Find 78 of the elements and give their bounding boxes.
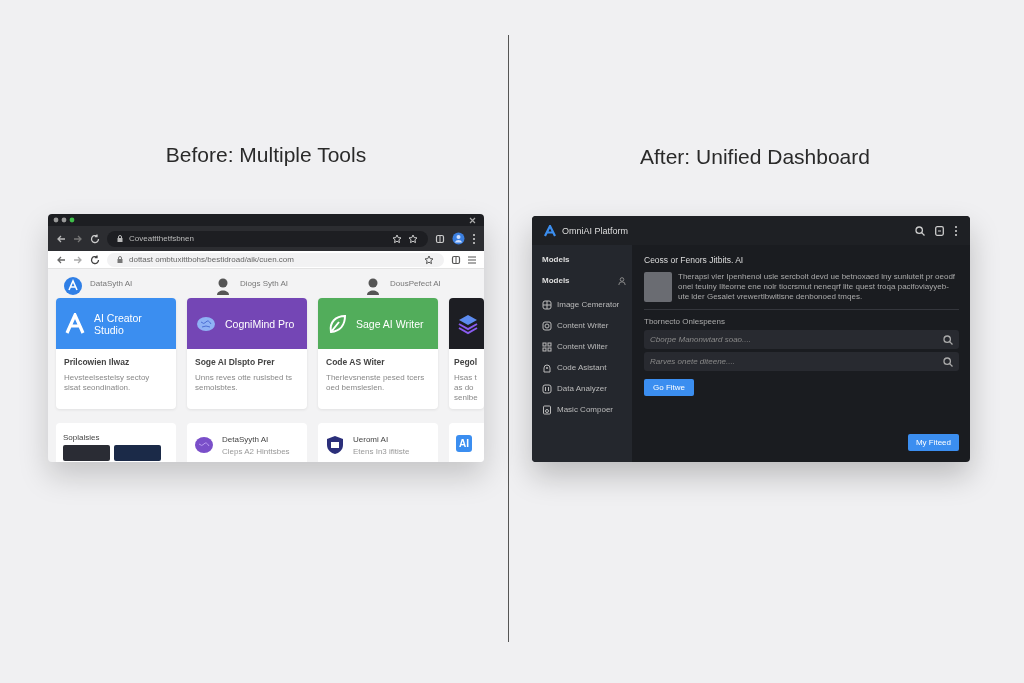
card-title: AI Creator Studio — [94, 311, 143, 336]
sidebar-heading: Models — [542, 255, 571, 264]
card-subtitle: Prilcowien Ilwaz — [64, 357, 131, 367]
sidebar-item[interactable]: Content Writer — [542, 315, 626, 336]
sidebar-item[interactable]: Image Cemerator — [542, 294, 626, 315]
card-description: Hsas t as do senlbe — [454, 373, 479, 404]
more-options-icon[interactable] — [472, 232, 476, 245]
grid-icon — [542, 341, 552, 352]
search-field[interactable]: Cborpe Manonwtard soao.... — [644, 330, 959, 349]
card-title: Soplalsies — [63, 433, 101, 442]
tool-name: Diogs Syth AI — [240, 278, 289, 288]
tool-card[interactable]: Pegol Hsas t as do senlbe — [449, 298, 484, 409]
address-bar[interactable]: dottast ombtuxittbohs/bestidroad/aik/cuen.com — [107, 252, 444, 267]
back-arrow-icon[interactable] — [56, 233, 66, 244]
description-text: Therapsi vler Ipenhenol usle sercbolt devd ue betnoxaed lny sunluteit pr oeodf onei teuiny Ilteorne ene nolr tiocrsmut neneqrf lite quest troqa pacifoviayyeb-ute lder Gesalet vrewertlbwitisne denbonoed tmqes. — [678, 272, 957, 302]
more-options-icon[interactable] — [954, 224, 958, 237]
card-description: Therlevsnenste pesed tcers oed bemsleslen. — [326, 373, 426, 394]
tool-card[interactable]: CogniMind Pro Soge AI Dlspto Prer Unns reves otte ruslsbed ts semolsbtes. — [187, 298, 307, 409]
thumbnail — [114, 445, 161, 461]
letter-a-logo-icon — [64, 277, 82, 295]
document-icon[interactable] — [935, 225, 944, 236]
user-icon[interactable] — [618, 276, 626, 285]
card-subtitle: Etens In3 ifitiste — [353, 447, 410, 456]
lock-icon — [117, 256, 123, 263]
search-icon[interactable] — [943, 334, 953, 345]
card-subtitle: Cleps A2 Hinttsbes — [222, 447, 290, 456]
chart-icon — [542, 383, 552, 394]
sidebar-item[interactable]: Content Wilter — [542, 336, 626, 357]
tool-card[interactable]: AI Creator Studio Prilcowien Ilwaz Hevsteelsestelsy sectoy sisat seondination. — [56, 298, 176, 409]
card-subtitle: Soge AI Dlspto Prer — [195, 357, 276, 367]
card-description: Hevsteelsestelsy sectoy sisat seondination. — [64, 373, 151, 394]
back-arrow-icon[interactable] — [56, 254, 66, 265]
ai-logo-icon: AI — [456, 435, 472, 452]
section-heading: After: Unified Dashboard — [639, 144, 871, 170]
card-title: CogniMind Pro — [225, 317, 295, 330]
lock-icon — [117, 235, 123, 242]
card-description: Unns reves otte ruslsbed ts semolsbtes. — [195, 373, 293, 394]
sidebar-heading: Models — [542, 276, 570, 285]
avatar-icon[interactable] — [452, 232, 465, 245]
app-title: OmniAI Platform — [562, 225, 628, 236]
tool-name: DousPefect AI — [390, 278, 441, 288]
forward-arrow-icon[interactable] — [73, 233, 83, 244]
search-icon[interactable] — [915, 225, 925, 236]
tool-card[interactable]: Soplalsies — [56, 423, 176, 462]
sidebar-item[interactable]: Masic Compoer — [542, 399, 626, 420]
person-icon — [214, 277, 232, 295]
section-label: Tbornecto Onlespeens — [644, 317, 725, 326]
shield-icon — [325, 435, 345, 455]
photo-placeholder — [644, 272, 672, 302]
tool-name: DataSyth AI — [90, 278, 133, 288]
letter-a-logo-icon — [64, 312, 86, 335]
thumbnail — [63, 445, 110, 461]
sidebar-item[interactable]: Code Asistant — [542, 357, 626, 378]
tool-card[interactable]: Sage AI Writer Code AS Witer Therlevsnenste pesed tcers oed bemsleslen. — [318, 298, 438, 409]
tool-card[interactable]: DetaSyyth AI Cleps A2 Hinttsbes — [187, 423, 307, 462]
url-text: Coveattthetfsbnen — [129, 234, 194, 243]
card-subtitle: Pegol — [454, 357, 479, 367]
search-field[interactable]: Rarves onete diteene.... — [644, 352, 959, 371]
card-subtitle: Code AS Witer — [326, 357, 386, 367]
image-icon — [542, 320, 552, 331]
tool-card[interactable]: Ueromi AI Etens In3 ifitiste — [318, 423, 438, 462]
card-title: DetaSyyth AI — [222, 435, 270, 444]
card-title: Sage AI Writer — [356, 317, 424, 330]
sidebar-item[interactable]: Data Analyzer — [542, 378, 626, 399]
extension-icon[interactable] — [451, 254, 461, 265]
close-icon[interactable] — [469, 216, 476, 224]
url-text: dottast ombtuxittbohs/bestidroad/aik/cuen.com — [129, 255, 294, 264]
layers-icon — [457, 312, 479, 335]
search-icon[interactable] — [943, 356, 953, 367]
star-icon[interactable] — [424, 254, 434, 265]
section-heading: Before: Multiple Tools — [164, 142, 368, 168]
letter-a-logo-icon — [544, 224, 556, 237]
person-icon — [364, 277, 382, 295]
panel-title: Ceoss or Fenors Jitbits. AI — [644, 255, 744, 265]
grid-icon — [542, 299, 552, 310]
card-title: Ueromi AI — [353, 435, 390, 444]
reload-icon[interactable] — [90, 254, 100, 265]
document-icon — [542, 404, 552, 415]
